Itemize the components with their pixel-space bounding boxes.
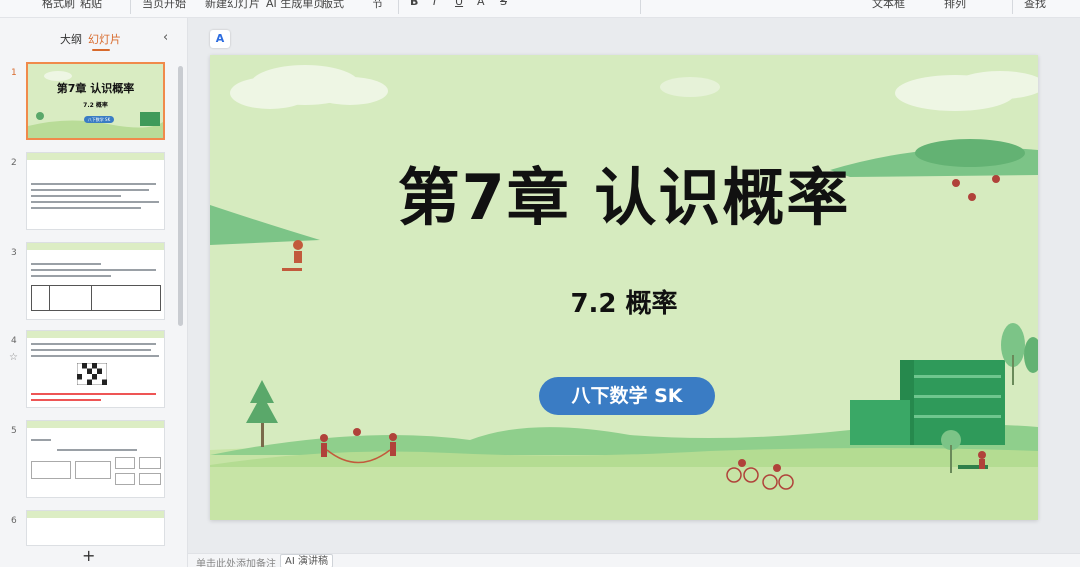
- thumbnail-title: 第7章 认识概率: [56, 82, 135, 95]
- text-line: [31, 349, 151, 351]
- text-line: [31, 355, 159, 357]
- slide-thumbnail-5[interactable]: [26, 420, 165, 498]
- diagram-box: [115, 457, 135, 469]
- thumbnail-number: 4: [11, 336, 17, 346]
- find-button[interactable]: 查找: [1024, 0, 1046, 11]
- layout-dropdown[interactable]: 版式: [322, 0, 344, 11]
- course-badge[interactable]: 八下数学 SK: [539, 377, 715, 415]
- text-line: [31, 269, 156, 271]
- text-box-button[interactable]: 文本框: [872, 0, 905, 11]
- ribbon-divider: [640, 0, 641, 14]
- table-divider: [91, 285, 92, 311]
- ribbon-divider: [130, 0, 131, 14]
- thumbnail-header-band: [27, 421, 164, 428]
- underline-button[interactable]: U: [455, 0, 463, 8]
- diagram-box: [139, 473, 161, 485]
- slide-thumbnail-6[interactable]: [26, 510, 165, 546]
- thumbnail-table: [31, 285, 161, 311]
- diagram-box: [139, 457, 161, 469]
- text-line: [31, 201, 159, 203]
- slide-main[interactable]: 第7章 认识概率 7.2 概率 八下数学 SK: [210, 55, 1038, 520]
- ribbon-divider: [398, 0, 399, 14]
- paste-button[interactable]: 粘贴: [80, 0, 102, 11]
- slide-thumbnail-2[interactable]: [26, 152, 165, 230]
- diagram-box: [75, 461, 111, 479]
- new-slide-button[interactable]: 新建幻灯片: [205, 0, 260, 11]
- thumbnail-header-band: [27, 511, 164, 518]
- tab-slides[interactable]: 幻灯片: [88, 31, 121, 47]
- slide-thumbnail-4[interactable]: [26, 330, 165, 408]
- thumbnail-number: 2: [11, 158, 17, 168]
- star-icon[interactable]: ☆: [9, 352, 18, 363]
- slide-thumbnail-3[interactable]: [26, 242, 165, 320]
- text-line: [31, 343, 156, 345]
- ai-assistant-icon[interactable]: A: [210, 30, 230, 48]
- text-line: [31, 207, 141, 209]
- thumbnail-number: 6: [11, 516, 17, 526]
- thumbnail-header-band: [27, 153, 164, 160]
- thumbnail-header-band: [27, 331, 164, 338]
- notes-input[interactable]: 单击此处添加备注: [196, 555, 276, 567]
- collapse-panel-icon[interactable]: ‹: [163, 30, 168, 45]
- start-from-current-button[interactable]: 当页开始: [142, 0, 186, 11]
- ribbon-toolbar: 格式刷 粘贴 当页开始 新建幻灯片 AI 生成单页 版式 节 B I U A S…: [0, 0, 1080, 18]
- font-color-button[interactable]: A: [477, 0, 485, 8]
- ribbon-divider: [1012, 0, 1013, 14]
- strikethrough-button[interactable]: S: [500, 0, 507, 8]
- ai-speech-button[interactable]: AI 演讲稿: [280, 554, 333, 567]
- slide-title[interactable]: 第7章 认识概率: [210, 147, 1038, 237]
- thumbnail-number: 5: [11, 426, 17, 436]
- active-tab-indicator: [92, 49, 110, 51]
- editor-canvas: A 第7章 认识概率 7.2 概率 八下数学 SK: [188, 18, 1080, 553]
- slide-panel: 大纲 幻灯片 ‹ 1 第7章 认识概率 7.2 概率 八下数学 SK 2 3 4…: [0, 18, 188, 567]
- answer-line: [31, 399, 101, 401]
- notes-bar: 单击此处添加备注 AI 演讲稿: [188, 553, 1080, 567]
- tab-outline[interactable]: 大纲: [60, 31, 82, 47]
- italic-button[interactable]: I: [433, 0, 436, 8]
- text-line: [31, 195, 121, 197]
- format-painter-button[interactable]: 格式刷: [42, 0, 75, 11]
- answer-line: [31, 393, 156, 395]
- thumbnail-scrollbar[interactable]: [178, 66, 183, 326]
- add-slide-button[interactable]: +: [82, 546, 95, 565]
- thumbnail-badge: 八下数学 SK: [84, 116, 114, 123]
- grid-figure: [77, 363, 107, 385]
- thumbnail-number: 1: [11, 68, 17, 78]
- slide-subtitle[interactable]: 7.2 概率: [210, 283, 1038, 320]
- table-divider: [49, 285, 50, 311]
- thumbnail-background: 第7章 认识概率 7.2 概率 八下数学 SK: [28, 64, 163, 138]
- text-line: [31, 189, 149, 191]
- arrange-button[interactable]: 排列: [944, 0, 966, 11]
- thumbnail-header-band: [27, 243, 164, 250]
- ai-generate-slide-button[interactable]: AI 生成单页: [266, 0, 324, 11]
- thumbnail-number: 3: [11, 248, 17, 258]
- bold-button[interactable]: B: [410, 0, 418, 8]
- slide-thumbnail-1[interactable]: 第7章 认识概率 7.2 概率 八下数学 SK: [26, 62, 165, 140]
- panel-tabs: 大纲 幻灯片 ‹: [0, 18, 188, 58]
- section-dropdown[interactable]: 节: [372, 0, 383, 11]
- text-line: [31, 263, 101, 265]
- text-line: [57, 449, 137, 451]
- text-line: [31, 275, 111, 277]
- text-line: [31, 183, 156, 185]
- text-line: [31, 439, 51, 441]
- thumbnail-subtitle: 7.2 概率: [83, 102, 108, 109]
- diagram-box: [115, 473, 135, 485]
- diagram-box: [31, 461, 71, 479]
